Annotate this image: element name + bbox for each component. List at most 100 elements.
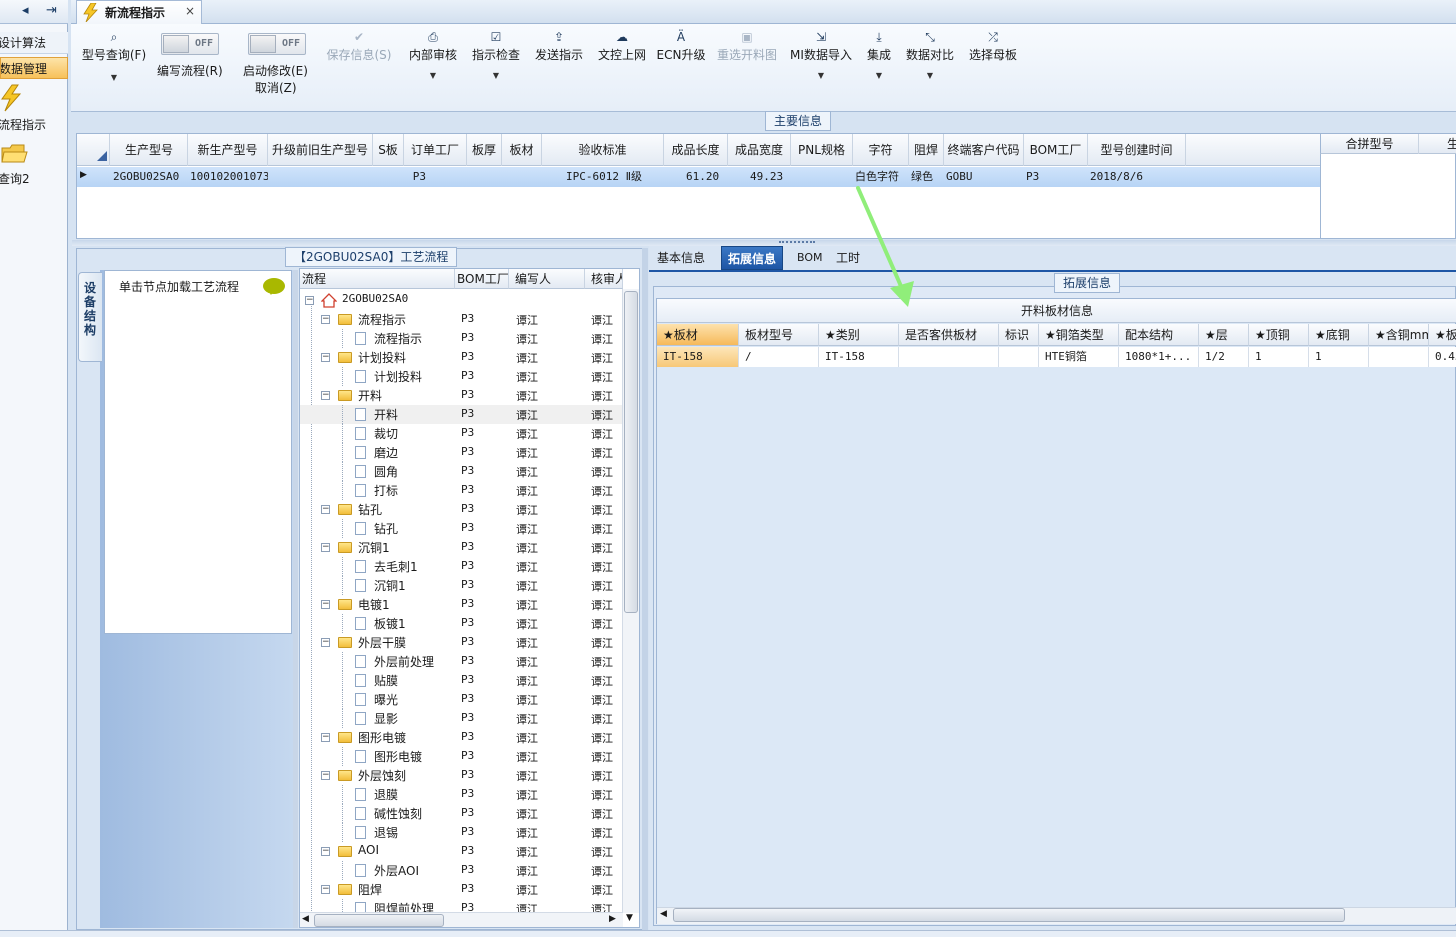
tree-node[interactable]: − 开料 P3 谭江 谭江 xyxy=(300,386,623,405)
tree-node[interactable]: 钻孔 P3 谭江 谭江 xyxy=(300,519,623,538)
col-header[interactable]: 升级前旧生产型号 xyxy=(268,134,373,166)
tree-node[interactable]: 裁切 P3 谭江 谭江 xyxy=(300,424,623,443)
collapse-icon[interactable]: − xyxy=(321,391,330,400)
table-cell[interactable]: 0.45 xyxy=(1429,347,1456,367)
nav-label-flow[interactable]: 流程指示 xyxy=(0,116,46,133)
choose-mother-board-button[interactable]: ⤮ 选择母板 xyxy=(965,28,1021,63)
col-header[interactable]: ★含铜mm xyxy=(1369,324,1429,346)
tree-node[interactable]: 曝光 P3 谭江 谭江 xyxy=(300,690,623,709)
scroll-right-icon[interactable]: ▶ xyxy=(609,914,616,924)
tree-node[interactable]: 开料 P3 谭江 谭江 xyxy=(300,405,623,424)
col-header[interactable]: 生产型号 xyxy=(111,134,188,166)
table-cell[interactable]: 1 xyxy=(1249,347,1309,367)
tab-bom[interactable]: BOM xyxy=(791,246,829,270)
collapse-icon[interactable]: − xyxy=(321,771,330,780)
col-header[interactable]: 配本结构 xyxy=(1119,324,1199,346)
table-cell[interactable]: P3 xyxy=(1026,167,1088,187)
tree-node[interactable]: − 阻焊 P3 谭江 谭江 xyxy=(300,880,623,899)
col-header[interactable]: 订单工厂 xyxy=(404,134,467,166)
data-compare-button[interactable]: ⤡ 数据对比 ▼ xyxy=(903,28,957,80)
table-cell[interactable] xyxy=(1369,347,1429,367)
upload-online-button[interactable]: ☁ 文控上网 xyxy=(593,28,651,63)
col-header[interactable]: ★类别 xyxy=(819,324,899,346)
send-instruction-button[interactable]: ⇪ 发送指示 xyxy=(530,28,588,63)
col-header-writer[interactable]: 编写人 xyxy=(509,269,585,289)
table-cell[interactable]: IPC-6012 Ⅱ级 xyxy=(566,167,676,187)
tree-node[interactable]: − 流程指示 P3 谭江 谭江 xyxy=(300,310,623,329)
tree-node[interactable]: 圆角 P3 谭江 谭江 xyxy=(300,462,623,481)
collapse-icon[interactable]: − xyxy=(305,296,314,305)
tab-basic-info[interactable]: 基本信息 xyxy=(651,246,711,270)
col-header[interactable]: 标识 xyxy=(999,324,1039,346)
start-modify-toggle[interactable]: OFF xyxy=(248,33,306,55)
edit-flow-toggle[interactable]: OFF xyxy=(161,33,219,55)
tree-node[interactable]: − AOI P3 谭江 谭江 xyxy=(300,842,623,861)
col-header[interactable]: 验收标准 xyxy=(542,134,664,166)
col-header[interactable]: ★铜箔类型 xyxy=(1039,324,1119,346)
middle-splitter[interactable] xyxy=(642,248,648,930)
col-header[interactable]: 字符 xyxy=(853,134,909,166)
col-header[interactable]: 是否客供板材 xyxy=(899,324,999,346)
tree-node[interactable]: 退膜 P3 谭江 谭江 xyxy=(300,785,623,804)
tree-root[interactable]: − 2GOBU02SA0 xyxy=(300,291,623,310)
splitter-grip[interactable] xyxy=(779,241,815,244)
col-header[interactable]: 成品长度 xyxy=(664,134,728,166)
tab-equipment-structure[interactable]: 设备结构 xyxy=(78,272,102,362)
tree-node[interactable]: 沉铜1 P3 谭江 谭江 xyxy=(300,576,623,595)
tab-extended-info[interactable]: 拓展信息 xyxy=(721,246,784,270)
left-splitter[interactable] xyxy=(293,270,298,928)
table-cell[interactable]: 2GOBU02SA0 xyxy=(113,167,188,187)
col-header[interactable]: 板厚 xyxy=(467,134,502,166)
tree-node[interactable]: − 外层干膜 P3 谭江 谭江 xyxy=(300,633,623,652)
internal-review-button[interactable]: ⎙ 内部审核 ▼ xyxy=(404,28,462,80)
tree-node[interactable]: 外层前处理 P3 谭江 谭江 xyxy=(300,652,623,671)
tree-node[interactable]: − 钻孔 P3 谭江 谭江 xyxy=(300,500,623,519)
nav-item-design[interactable]: 设计算法 xyxy=(0,32,68,54)
collapse-icon[interactable]: − xyxy=(321,733,330,742)
tree-node[interactable]: 碱性蚀刻 P3 谭江 谭江 xyxy=(300,804,623,823)
integrate-button[interactable]: ⤓ 集成 ▼ xyxy=(859,28,899,80)
close-icon[interactable]: × xyxy=(185,4,195,18)
col-header[interactable]: ★底铜 xyxy=(1309,324,1369,346)
col-header[interactable]: ★板材 xyxy=(657,324,739,346)
col-header[interactable]: ★顶铜 xyxy=(1249,324,1309,346)
pin-icon[interactable]: ⇥ xyxy=(46,3,57,18)
col-header[interactable]: ★板 xyxy=(1429,324,1456,346)
collapse-icon[interactable]: − xyxy=(321,315,330,324)
tree-node[interactable]: 打标 P3 谭江 谭江 xyxy=(300,481,623,500)
save-info-button[interactable]: ✔ 保存信息(S) xyxy=(324,28,394,63)
table-cell[interactable] xyxy=(504,167,542,187)
tree-node[interactable]: 磨边 P3 谭江 谭江 xyxy=(300,443,623,462)
ecn-upgrade-button[interactable]: Ä ECN升级 xyxy=(653,28,709,63)
col-header[interactable]: 阻焊 xyxy=(909,134,944,166)
col-header[interactable]: 新生产型号 xyxy=(188,134,268,166)
collapse-icon[interactable]: − xyxy=(321,600,330,609)
table-cell[interactable]: GOBU xyxy=(946,167,1024,187)
col-header[interactable]: PNL规格 xyxy=(791,134,853,166)
tab-new-flow[interactable]: 新流程指示 × xyxy=(76,0,202,24)
col-header[interactable]: ★层 xyxy=(1199,324,1249,346)
table-cell[interactable]: P3 xyxy=(386,167,426,187)
nav-item-data-management[interactable]: 数据管理 xyxy=(0,57,68,79)
tree-node[interactable]: 退锡 P3 谭江 谭江 xyxy=(300,823,623,842)
table-cell[interactable]: IT-158 xyxy=(819,347,899,367)
table-cell[interactable]: 1080*1+... xyxy=(1119,347,1199,367)
col-header[interactable]: BOM工厂 xyxy=(1024,134,1088,166)
col-header[interactable]: 型号创建时间 xyxy=(1088,134,1186,166)
tree-node[interactable]: 外层AOI P3 谭江 谭江 xyxy=(300,861,623,880)
col-header-reviewer[interactable]: 核审人 xyxy=(585,269,623,289)
tree-node[interactable]: 显影 P3 谭江 谭江 xyxy=(300,709,623,728)
tree-hscroll-thumb[interactable] xyxy=(314,914,444,927)
collapse-icon[interactable]: − xyxy=(321,885,330,894)
folder-icon[interactable] xyxy=(0,140,30,168)
table-cell[interactable]: 1/2 xyxy=(1199,347,1249,367)
tree-node[interactable]: − 沉铜1 P3 谭江 谭江 xyxy=(300,538,623,557)
instruction-check-button[interactable]: ☑ 指示检查 ▼ xyxy=(467,28,525,80)
col-header[interactable]: 板材 xyxy=(502,134,542,166)
tree-node[interactable]: − 外层蚀刻 P3 谭江 谭江 xyxy=(300,766,623,785)
tree-scroll-thumb[interactable] xyxy=(624,291,638,613)
lightning-icon[interactable] xyxy=(0,84,30,112)
scroll-down-icon[interactable]: ▼ xyxy=(626,913,633,923)
table-cell[interactable] xyxy=(793,167,853,187)
table-cell[interactable]: IT-158 xyxy=(657,347,739,367)
